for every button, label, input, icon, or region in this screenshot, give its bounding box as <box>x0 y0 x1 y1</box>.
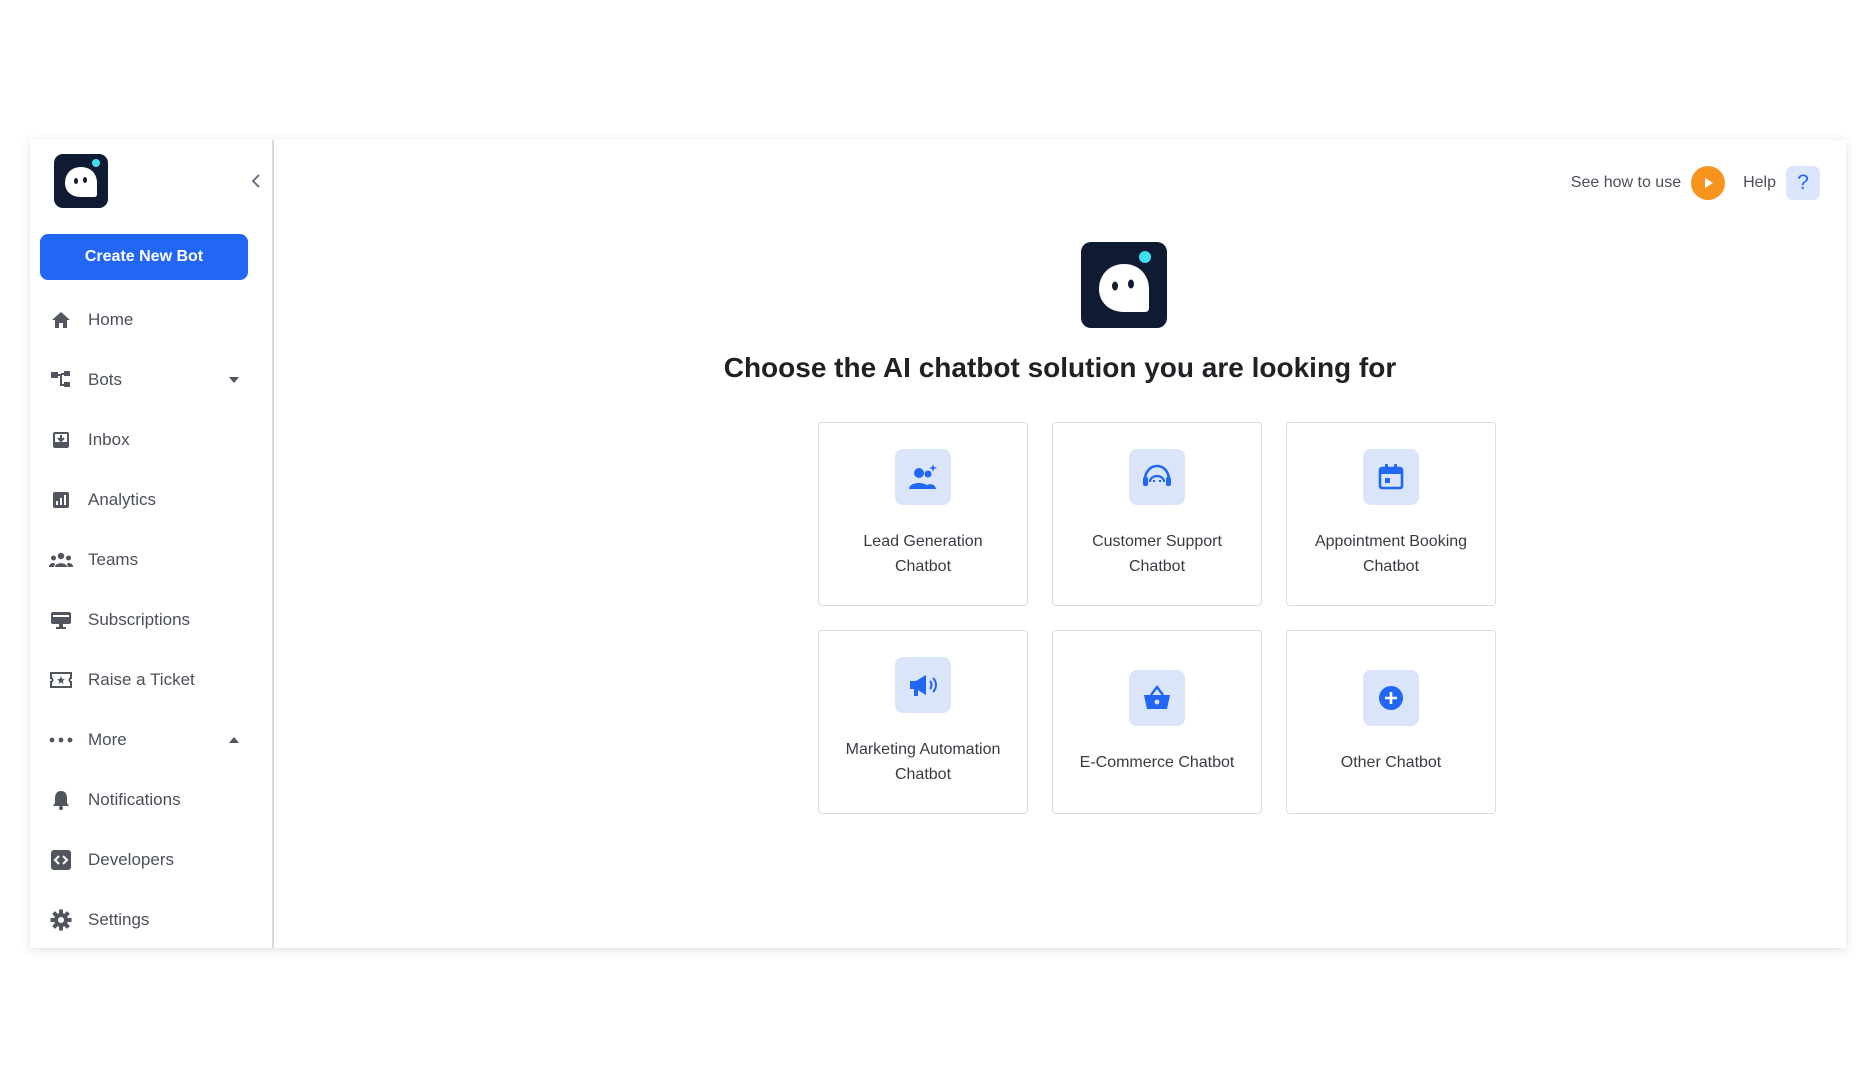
sidebar-item-label: Bots <box>88 370 123 389</box>
see-how-to-use-link[interactable]: See how to use <box>1571 174 1681 192</box>
sidebar-item-teams[interactable]: Teams <box>30 530 274 590</box>
chatbot-options-grid: Lead Generation Chatbot Customer Support… <box>818 422 1496 814</box>
sidebar-item-label: More <box>88 730 127 749</box>
sidebar-item-raise-ticket[interactable]: Raise a Ticket <box>30 650 274 710</box>
bell-icon <box>48 787 74 813</box>
caret-up-icon[interactable] <box>228 734 240 746</box>
card-label: Other Chatbot <box>1340 753 1442 771</box>
card-label: Marketing Automation Chatbot <box>845 741 1001 783</box>
sidebar-item-label: Subscriptions <box>88 610 191 629</box>
app-window: Create New Bot Home Bots Inbox Analytics… <box>30 140 1846 948</box>
ticket-icon <box>48 667 74 693</box>
inbox-icon <box>48 427 74 453</box>
sidebar-item-developers[interactable]: Developers <box>30 830 274 890</box>
sidebar-item-bots[interactable]: Bots <box>30 350 274 410</box>
card-label: E-Commerce Chatbot <box>1079 753 1235 771</box>
subscriptions-icon <box>48 607 74 633</box>
e-commerce-card[interactable]: E-Commerce Chatbot <box>1052 630 1262 814</box>
plus-circle-icon <box>1363 669 1419 726</box>
sidebar-item-label: Teams <box>88 550 139 569</box>
sidebar-item-notifications[interactable]: Notifications <box>30 770 274 830</box>
brand-logo <box>1081 242 1167 328</box>
sidebar-item-label: Settings <box>88 910 150 929</box>
topbar: See how to use Help ? <box>1571 166 1820 200</box>
lead-generation-icon <box>895 449 951 505</box>
caret-down-icon[interactable] <box>228 374 240 386</box>
page-heading: Choose the AI chatbot solution you are l… <box>723 352 1397 383</box>
basket-icon <box>1129 669 1185 726</box>
ghost-logo-icon <box>1099 251 1151 312</box>
sidebar-item-subscriptions[interactable]: Subscriptions <box>30 590 274 650</box>
sidebar: Create New Bot Home Bots Inbox Analytics… <box>30 140 274 948</box>
sidebar-item-settings[interactable]: Settings <box>30 890 274 950</box>
sidebar-item-label: Home <box>88 310 134 329</box>
sidebar-item-inbox[interactable]: Inbox <box>30 410 274 470</box>
card-label: Lead Generation Chatbot <box>863 533 983 575</box>
play-icon <box>1705 178 1714 188</box>
chevron-left-icon <box>251 174 260 188</box>
megaphone-icon <box>895 657 951 713</box>
card-label: Customer Support Chatbot <box>1092 533 1222 575</box>
collapse-sidebar-button[interactable] <box>246 170 266 192</box>
sidebar-item-more[interactable]: More <box>30 710 274 770</box>
analytics-icon <box>48 487 74 513</box>
app-logo[interactable] <box>54 154 108 208</box>
other-chatbot-card[interactable]: Other Chatbot <box>1286 630 1496 814</box>
calendar-icon <box>1363 449 1419 505</box>
marketing-automation-card[interactable]: Marketing Automation Chatbot <box>818 630 1028 814</box>
sidebar-item-label: Analytics <box>88 490 157 509</box>
lead-generation-card[interactable]: Lead Generation Chatbot <box>818 422 1028 606</box>
sidebar-item-label: Notifications <box>88 790 181 809</box>
sidebar-item-label: Raise a Ticket <box>88 670 195 689</box>
sidebar-item-home[interactable]: Home <box>30 290 274 350</box>
sidebar-item-label: Developers <box>88 850 174 869</box>
bots-tree-icon <box>48 367 74 393</box>
help-link[interactable]: Help <box>1743 174 1776 192</box>
sidebar-item-label: Inbox <box>88 430 130 449</box>
headset-icon <box>1129 449 1185 505</box>
question-mark-icon: ? <box>1797 171 1809 194</box>
code-icon <box>48 847 74 873</box>
card-label: Appointment Booking Chatbot <box>1314 533 1468 575</box>
ghost-logo-icon <box>65 159 100 197</box>
play-tutorial-button[interactable] <box>1691 166 1726 200</box>
help-button[interactable]: ? <box>1786 166 1820 200</box>
more-dots-icon <box>48 727 74 753</box>
customer-support-card[interactable]: Customer Support Chatbot <box>1052 422 1262 606</box>
appointment-booking-card[interactable]: Appointment Booking Chatbot <box>1286 422 1496 606</box>
sidebar-item-analytics[interactable]: Analytics <box>30 470 274 530</box>
sidebar-nav: Home Bots Inbox Analytics Teams Subscrip… <box>30 290 274 950</box>
gear-icon <box>48 907 74 933</box>
create-new-bot-button[interactable]: Create New Bot <box>40 234 248 280</box>
main-content: See how to use Help ? Choose the AI chat… <box>274 140 1846 948</box>
home-icon <box>48 307 74 333</box>
teams-icon <box>48 547 74 573</box>
